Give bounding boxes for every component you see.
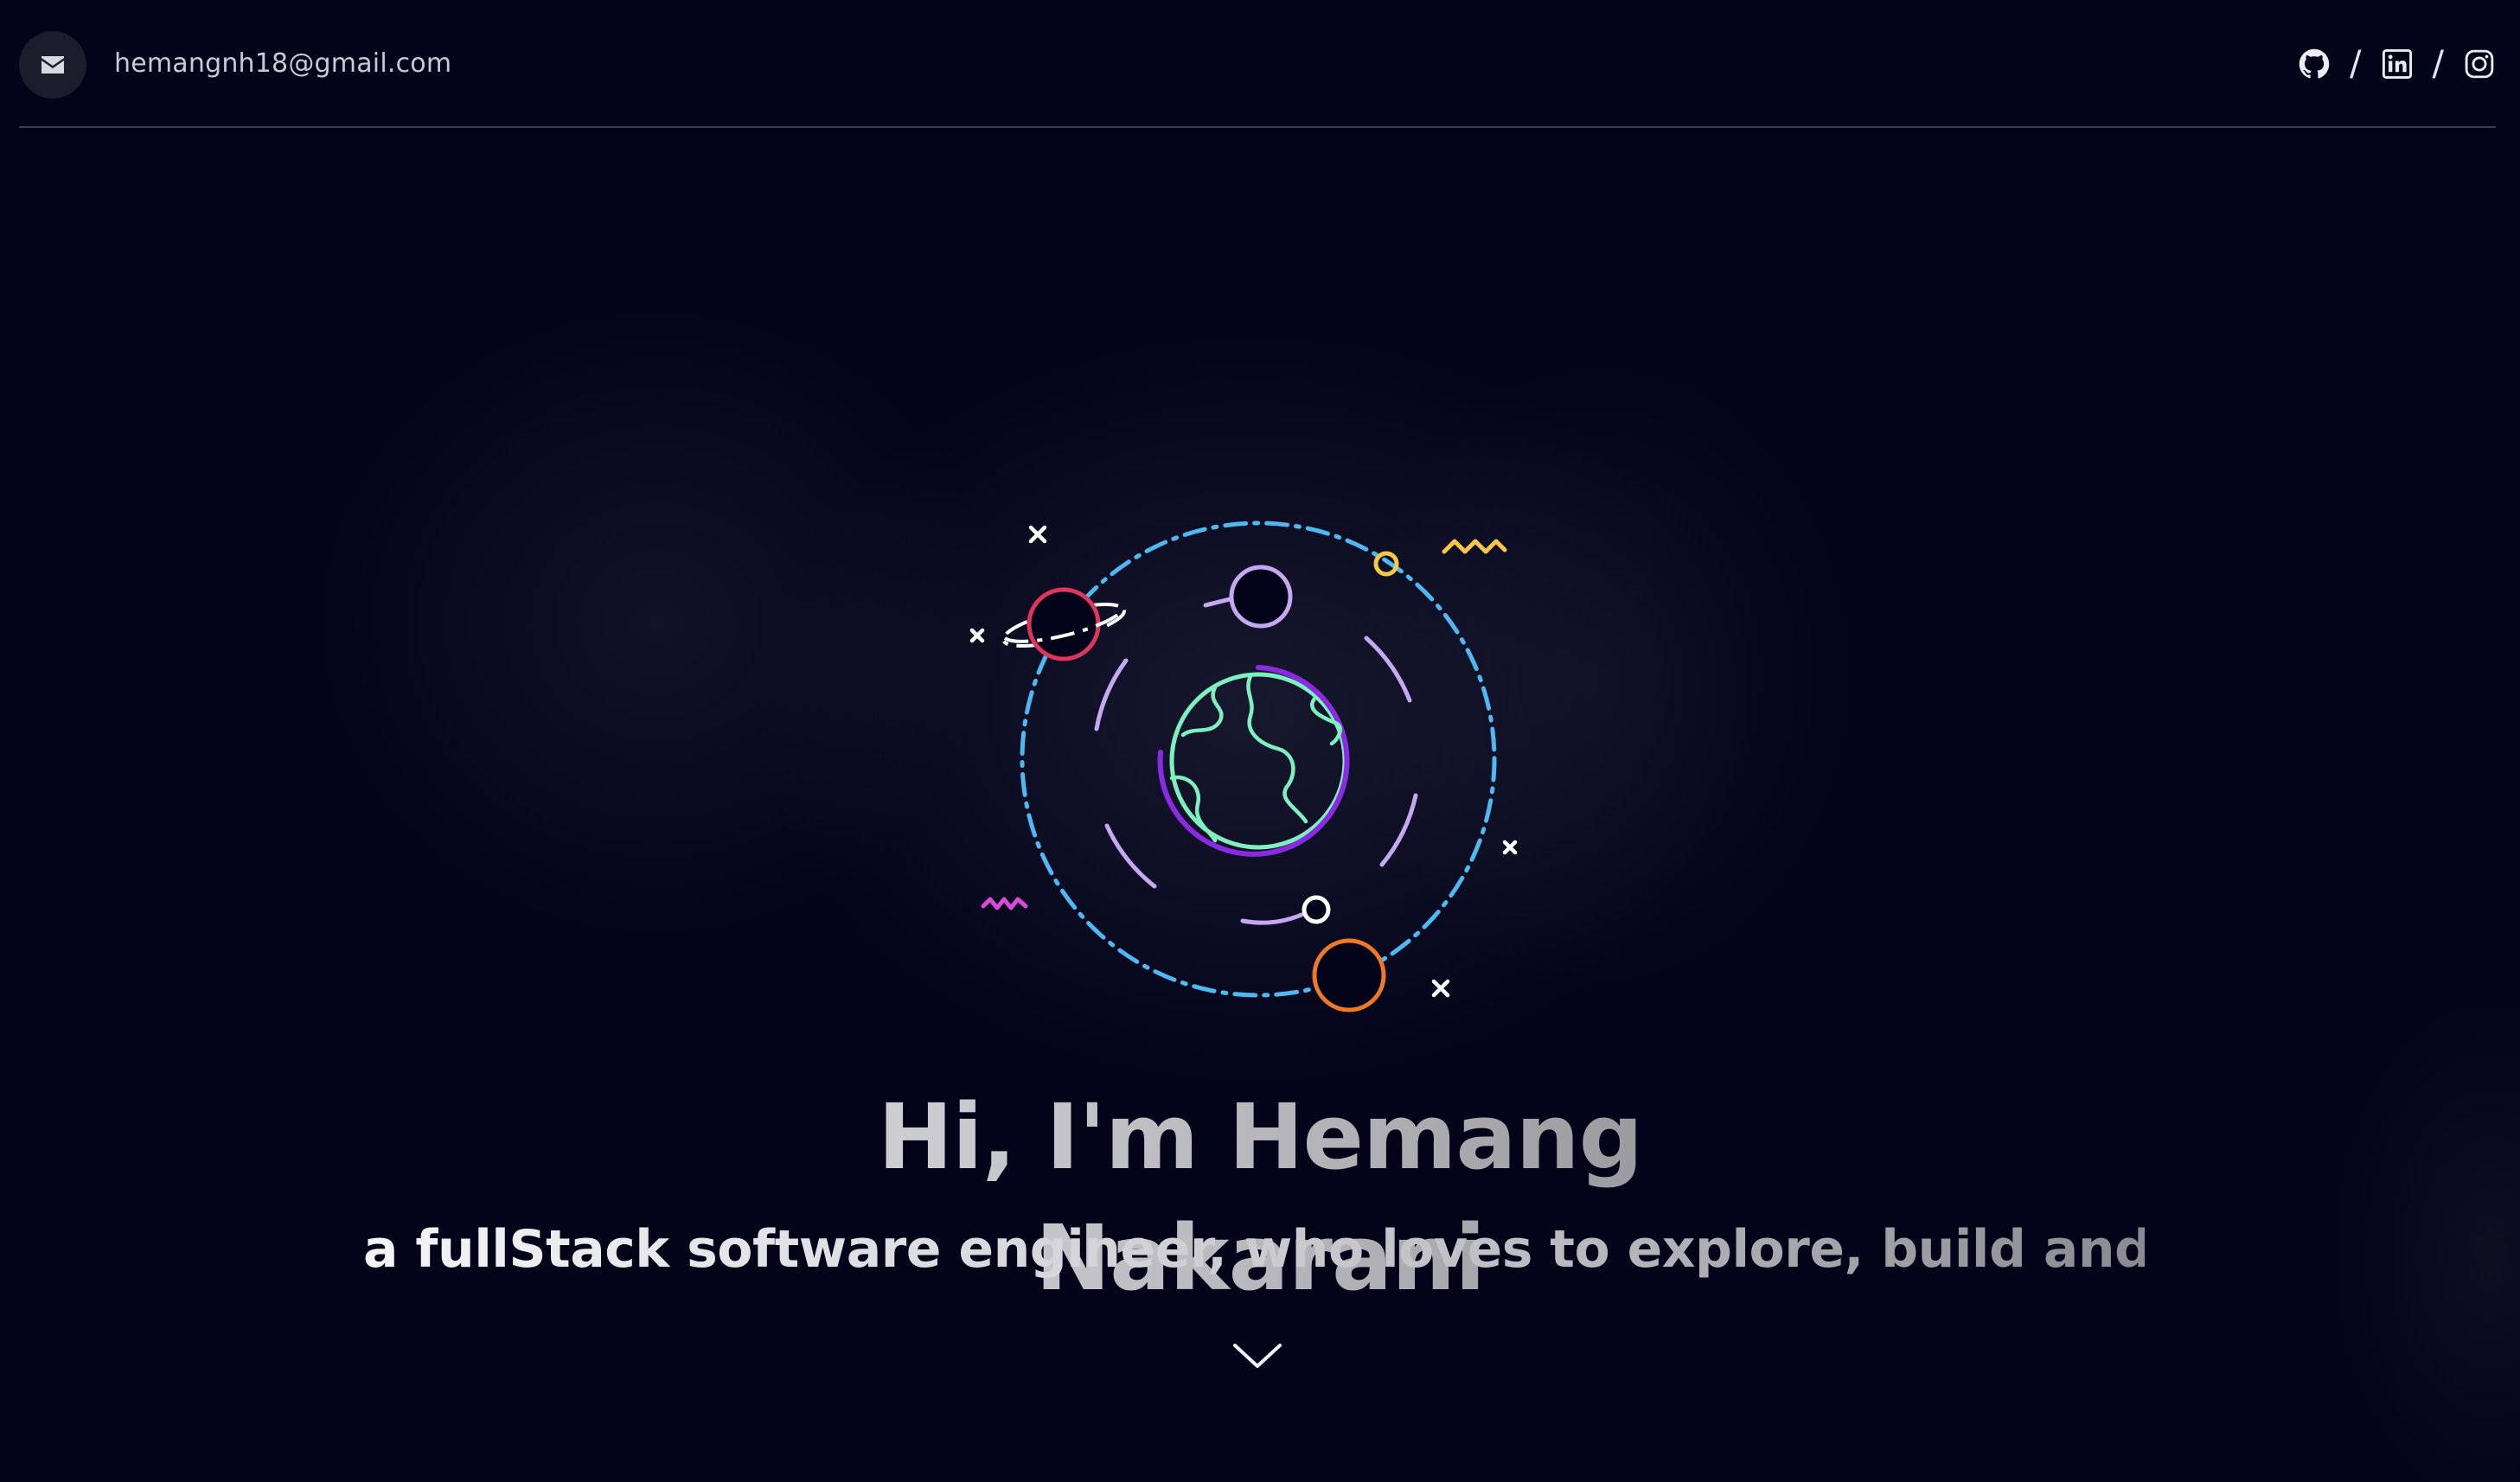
separator: / — [2350, 44, 2362, 84]
separator: / — [2432, 44, 2444, 84]
page: hemangnh18@gmail.com / / Hi, I'm Hemang … — [0, 0, 2520, 1482]
github-icon[interactable] — [2298, 48, 2331, 80]
social-links: / / — [2298, 45, 2496, 83]
envelope-icon — [42, 56, 64, 73]
mail-button[interactable] — [19, 31, 86, 99]
instagram-icon[interactable] — [2463, 48, 2496, 80]
planet-orbit-icon — [969, 521, 1518, 1012]
hero-subtitle: a fullStack software engineer, who loves… — [363, 1215, 2313, 1284]
chevron-down-icon — [1233, 1344, 1282, 1368]
scroll-down-button[interactable] — [1231, 1338, 1283, 1373]
email-link[interactable]: hemangnh18@gmail.com — [114, 47, 451, 81]
top-bar: hemangnh18@gmail.com / / — [19, 0, 2496, 128]
linkedin-icon[interactable] — [2381, 48, 2414, 80]
